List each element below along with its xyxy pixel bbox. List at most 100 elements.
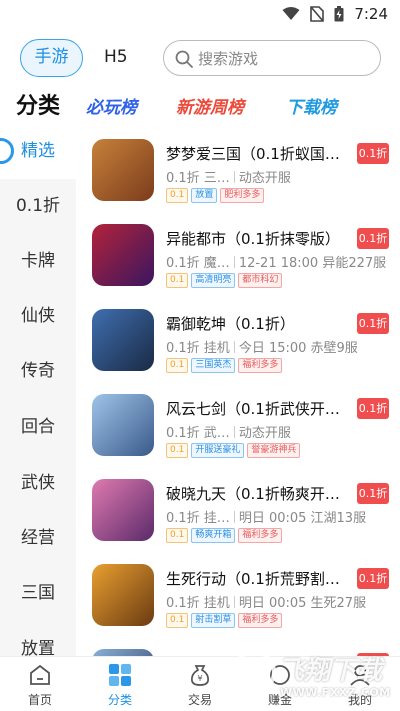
sidebar-item-featured[interactable]: 精选 [0, 124, 76, 179]
meta-divider [233, 596, 235, 608]
sidebar-item-idle[interactable]: 放置 [0, 622, 76, 656]
sidebar-item-label: 武侠 [21, 473, 55, 493]
user-icon [350, 665, 370, 686]
sidebar-item-discount[interactable]: 0.1折 [0, 179, 76, 234]
sidebar-item-card[interactable]: 卡牌 [0, 234, 76, 289]
game-type: 0.1折 魔… [166, 256, 230, 271]
game-tag: 0.1 [166, 528, 189, 543]
meta-divider [233, 171, 235, 183]
meta-divider [233, 256, 235, 268]
discount-badge: 0.1折 [357, 568, 389, 589]
nav-label: 分类 [107, 693, 132, 707]
grid-icon [109, 664, 131, 686]
tag-list: 0.1 畅爽开箱 福利多多 [166, 528, 283, 543]
coin-icon [270, 665, 290, 685]
game-meta: 0.1折 武… 动态开服 [166, 422, 391, 441]
sidebar-item-turn-based[interactable]: 回合 [0, 400, 76, 455]
tab-h5-games[interactable]: H5 [104, 47, 128, 67]
game-tag: 福利多多 [238, 613, 283, 628]
bottom-nav: 首页 分类 ¥ 交易 赚金 我的 [0, 656, 400, 711]
active-indicator-icon [0, 138, 14, 164]
game-tag: 福利多多 [238, 528, 283, 543]
sidebar-item-xianxia[interactable]: 仙侠 [0, 289, 76, 344]
sidebar-item-label: 三国 [21, 583, 55, 603]
game-title: 生死行动（0.1折荒野割草） [166, 570, 351, 588]
tag-list: 0.1 高清明亮 都市科幻 [166, 273, 283, 288]
server-info: 动态开服 [238, 171, 291, 186]
search-input[interactable]: 搜索游戏 [163, 40, 381, 76]
category-row: 分类 必玩榜 新游周榜 下载榜 [0, 88, 400, 120]
game-meta: 0.1折 魔… 12-21 18:00 异能227服 [166, 252, 391, 271]
sidebar-item-wuxia[interactable]: 武侠 [0, 456, 76, 511]
server-info: 12-21 18:00 异能227服 [238, 256, 387, 271]
game-title: 霸御乾坤（0.1折） [166, 315, 295, 333]
money-bag-icon: ¥ [191, 665, 209, 686]
discount-badge: 0.1折 [357, 143, 389, 164]
sidebar-item-simulation[interactable]: 经营 [0, 511, 76, 566]
game-icon[interactable] [92, 564, 154, 626]
category-sidebar[interactable]: 精选 0.1折 卡牌 仙侠 传奇 回合 武侠 经营 三国 放置 [0, 124, 76, 656]
game-icon[interactable] [92, 224, 154, 286]
nav-earn[interactable]: 赚金 [240, 657, 320, 711]
sidebar-item-label: 卡牌 [21, 251, 55, 271]
game-list-item[interactable]: 梦梦爱三国（0.1折蚁国之… 0.1折 0.1折 三… 动态开服 0.1 放置 肥利多多 [78, 124, 400, 209]
sidebar-item-label: 回合 [21, 417, 55, 437]
sidebar-item-label: 放置 [21, 639, 55, 656]
search-icon [175, 50, 193, 68]
game-type: 0.1折 武… [166, 426, 230, 441]
game-list-item[interactable]: 霸御乾坤（0.1折） 0.1折 0.1折 挂机 今日 15:00 赤壁9服 0.1 三国英… [78, 294, 400, 379]
server-info: 今日 15:00 赤壁9服 [238, 341, 358, 356]
game-tag: 放置 [191, 188, 218, 203]
tag-list: 0.1 开服送豪礼 誉豪游神兵 [166, 443, 301, 458]
game-icon[interactable] [92, 394, 154, 456]
tag-list: 0.1 三国英杰 福利多多 [166, 358, 283, 373]
nav-home[interactable]: 首页 [0, 657, 80, 711]
sidebar-item-three-kingdoms[interactable]: 三国 [0, 566, 76, 621]
game-icon[interactable] [92, 309, 154, 371]
battery-icon [334, 6, 344, 22]
nav-label: 我的 [347, 693, 372, 707]
tab-mobile-games[interactable]: 手游 [20, 39, 83, 77]
game-title: 梦梦爱三国（0.1折蚁国之… [166, 145, 351, 163]
status-time: 7:24 [354, 5, 388, 23]
nav-category[interactable]: 分类 [80, 657, 160, 711]
game-list-item[interactable]: 占幽仙域（0.1折仙侠开箱）0.1折 [78, 634, 400, 656]
sidebar-item-label: 0.1折 [15, 196, 61, 216]
game-list-item[interactable]: 破晓九天（0.1折畅爽开箱） 0.1折 0.1折 挂… 明日 00:05 江湖13服 0… [78, 464, 400, 549]
search-placeholder: 搜索游戏 [198, 50, 259, 68]
discount-badge: 0.1折 [357, 483, 389, 504]
nav-label: 首页 [27, 693, 52, 707]
game-meta: 0.1折 挂机 今日 15:00 赤壁9服 [166, 337, 391, 356]
game-tag: 都市科幻 [238, 273, 283, 288]
game-tag: 0.1 [166, 443, 189, 458]
server-info: 明日 00:05 生死27服 [238, 596, 367, 611]
discount-badge: 0.1折 [357, 398, 389, 419]
rank-downloads[interactable]: 下载榜 [286, 93, 337, 118]
game-title: 异能都市（0.1折抹零版） [166, 230, 340, 248]
game-tag: 0.1 [166, 358, 189, 373]
game-icon[interactable] [92, 479, 154, 541]
game-icon[interactable] [92, 139, 154, 201]
tag-list: 0.1 放置 肥利多多 [166, 188, 265, 203]
nav-mine[interactable]: 我的 [320, 657, 400, 711]
game-tag: 0.1 [166, 613, 189, 628]
nav-trade[interactable]: ¥ 交易 [160, 657, 240, 711]
game-list[interactable]: 梦梦爱三国（0.1折蚁国之… 0.1折 0.1折 三… 动态开服 0.1 放置 肥利多多异能… [78, 124, 400, 656]
game-tag: 高清明亮 [191, 273, 236, 288]
rank-must-play[interactable]: 必玩榜 [86, 93, 137, 118]
game-list-item[interactable]: 风云七剑（0.1折武侠开箱） 0.1折 0.1折 武… 动态开服 0.1 开服送豪礼 誉豪游… [78, 379, 400, 464]
game-title: 风云七剑（0.1折武侠开箱） [166, 400, 351, 418]
game-icon[interactable] [92, 649, 154, 656]
meta-divider [233, 426, 235, 438]
game-tag: 福利多多 [238, 358, 283, 373]
game-type: 0.1折 挂机 [166, 596, 230, 611]
sidebar-item-legend[interactable]: 传奇 [0, 344, 76, 399]
game-type: 0.1折 三… [166, 171, 230, 186]
game-list-item[interactable]: 生死行动（0.1折荒野割草） 0.1折 0.1折 挂机 明日 00:05 生死27服 0… [78, 549, 400, 634]
game-list-item[interactable]: 异能都市（0.1折抹零版） 0.1折 0.1折 魔… 12-21 18:00 异能22… [78, 209, 400, 294]
status-bar: 7:24 [0, 0, 400, 30]
sidebar-item-label: 精选 [21, 141, 55, 161]
rank-new-weekly[interactable]: 新游周榜 [176, 93, 244, 118]
server-info: 明日 00:05 江湖13服 [238, 511, 367, 526]
discount-badge: 0.1折 [357, 228, 389, 249]
